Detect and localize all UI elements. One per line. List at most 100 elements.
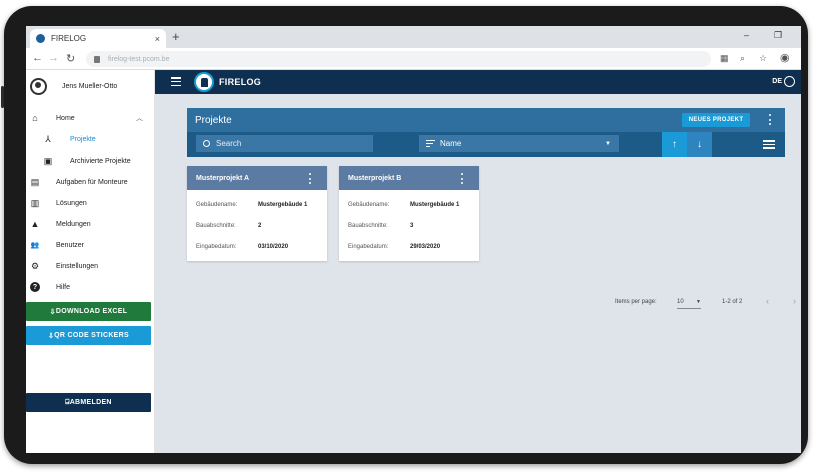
volume-button [1,86,4,108]
more-vert-icon[interactable] [461,173,463,184]
download-excel-button[interactable]: ⇩ DOWNLOAD EXCEL [26,302,151,321]
previous-page-button[interactable]: ‹ [766,296,769,306]
items-per-page-select[interactable]: 10 ▼ [677,299,701,309]
user-profile[interactable]: Jens Mueller-Otto [30,78,117,95]
date-label: Eingabedatum: [348,244,389,250]
more-vert-icon[interactable] [769,114,771,125]
sitemap-icon: ⅄ [45,133,51,144]
search-icon [203,140,210,147]
items-per-page-value: 10 [677,299,684,305]
date-row: Eingabedatum: 29/03/2020 [348,244,440,250]
project-card[interactable]: Musterprojekt B Gebäudename: Mustergebäu… [339,166,479,261]
project-card-header: Musterprojekt A [187,166,327,190]
book-icon: ▥ [30,197,40,208]
qr-code-stickers-label: QR CODE STICKERS [54,332,129,339]
restore-icon[interactable]: ❐ [774,30,782,41]
items-per-page-label: Items per page: [615,299,657,305]
favicon-icon [36,34,45,43]
dropdown-arrow-icon: ▼ [696,299,701,305]
archive-icon: ▣ [43,155,53,166]
sidebar-item-loesungen[interactable]: ▥ Lösungen [26,194,155,212]
sidebar-item-meldungen[interactable]: ▲ Meldungen [26,215,155,233]
sidebar-item-home[interactable]: ⌂ Home ︿ [26,109,155,127]
sort-icon [426,140,435,147]
sort-select[interactable]: Name ▼ [419,135,619,152]
sidebar-item-hilfe[interactable]: ? Hilfe [26,278,155,296]
sidebar-item-aufgaben[interactable]: ▤ Aufgaben für Monteure [26,173,155,191]
sort-field: Name [440,139,462,148]
sort-ascending-button[interactable]: ↑ [662,132,687,157]
sidebar-item-archivierte-projekte[interactable]: ▣ Archivierte Projekte [26,152,155,170]
lock-icon [94,55,100,63]
project-card[interactable]: Musterprojekt A Gebäudename: Mustergebäu… [187,166,327,261]
user-name: Jens Mueller-Otto [62,83,118,90]
sidebar: Jens Mueller-Otto ⌂ Home ︿ ⅄ Projekte ▣ … [26,70,155,453]
sort-descending-button[interactable]: ↓ [687,132,712,157]
sidebar-item-label: Hilfe [56,283,71,291]
sections-row: Bauabschnitte: 2 [196,223,261,229]
logout-button[interactable]: ⍈ ABMELDEN [26,393,151,412]
star-icon[interactable]: ☆ [759,53,767,64]
profile-icon[interactable]: ◉ [780,51,790,64]
sections-value: 2 [258,223,262,229]
sections-value: 3 [410,223,414,229]
project-card-header: Musterprojekt B [339,166,479,190]
reload-icon[interactable]: ↻ [66,52,75,65]
menu-icon[interactable] [171,77,181,86]
sidebar-item-projekte[interactable]: ⅄ Projekte [26,130,155,148]
forward-icon[interactable]: → [48,52,59,64]
project-name: Musterprojekt B [348,174,402,182]
sections-label: Bauabschnitte: [348,223,388,229]
qr-code-stickers-button[interactable]: ⇩ QR CODE STICKERS [26,326,151,345]
building-row: Gebäudename: Mustergebäude 1 [348,202,459,208]
page-range: 1-2 of 2 [722,299,743,305]
address-bar: ← → ↻ firelog-test.pcom.be ▦ ⌕ ☆ ◉ [26,48,801,70]
people-icon: 👥 [30,242,40,249]
new-tab-button[interactable]: + [172,29,180,44]
logout-label: ABMELDEN [69,399,112,406]
list-view-icon[interactable] [763,140,775,149]
tablet-frame: FIRELOG × + – ❐ ← → ↻ firelog-test.pcom.… [1,6,808,464]
sidebar-item-label: Einstellungen [56,262,99,270]
zoom-icon[interactable]: ⌕ [740,53,745,64]
warning-icon: ▲ [30,219,40,229]
translate-icon[interactable]: ▦ [720,53,729,64]
sidebar-item-label: Meldungen [56,220,91,228]
help-icon: ? [30,282,40,292]
download-excel-label: DOWNLOAD EXCEL [55,308,128,315]
browser-tabbar: FIRELOG × + – ❐ [26,26,801,48]
project-name: Musterprojekt A [196,174,250,182]
sidebar-item-label: Aufgaben für Monteure [56,178,128,186]
gear-icon: ⚙ [30,260,40,271]
building-value: Mustergebäude 1 [258,202,308,208]
search-input[interactable]: Search [196,135,373,152]
chevron-up-icon[interactable]: ︿ [136,113,143,123]
back-icon[interactable]: ← [32,52,43,64]
new-project-button[interactable]: NEUES PROJEKT [682,113,750,127]
globe-icon [784,76,795,87]
tab-close-icon[interactable]: × [155,34,160,44]
more-vert-icon[interactable] [309,173,311,184]
url-text: firelog-test.pcom.be [108,55,170,63]
account-icon [30,78,47,95]
clipboard-icon: ▤ [30,176,40,187]
sidebar-item-benutzer[interactable]: 👥 Benutzer [26,236,155,254]
sidebar-item-label: Archivierte Projekte [70,157,131,165]
main-content: Projekte NEUES PROJEKT Search Name ▼ ↑ ↓ [155,94,801,453]
url-field[interactable]: firelog-test.pcom.be [86,51,711,67]
page-title: Projekte [195,115,232,126]
date-label: Eingabedatum: [196,244,237,250]
next-page-button[interactable]: › [793,296,796,306]
language-selector[interactable]: DE [772,76,795,87]
firelog-logo [194,72,214,92]
sidebar-item-einstellungen[interactable]: ⚙ Einstellungen [26,257,155,275]
browser-tab[interactable]: FIRELOG × [30,29,166,48]
sidebar-item-label: Benutzer [56,241,85,249]
filter-toolbar: Search Name ▼ ↑ ↓ [187,132,785,157]
screen: FIRELOG × + – ❐ ← → ↻ firelog-test.pcom.… [26,26,801,453]
building-label: Gebäudename: [348,202,390,208]
building-row: Gebäudename: Mustergebäude 1 [196,202,307,208]
brand-name: FIRELOG [219,77,262,87]
building-label: Gebäudename: [196,202,238,208]
minimize-icon[interactable]: – [744,30,749,40]
